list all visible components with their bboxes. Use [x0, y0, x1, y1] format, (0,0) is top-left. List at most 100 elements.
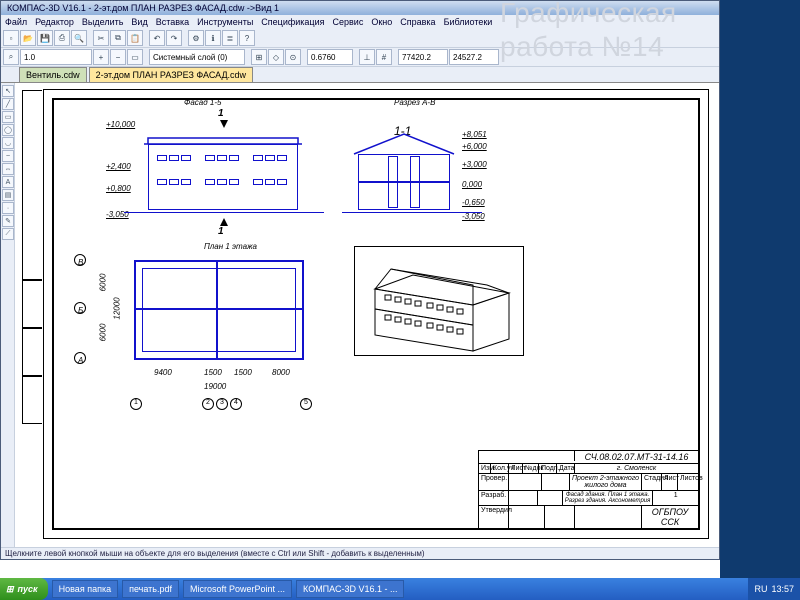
tool-line-icon[interactable]: ╱: [2, 98, 14, 110]
clock: 13:57: [771, 584, 794, 594]
title-block: СЧ.08.02.07.МТ-31-14.16 Изм. Кол.уч Лист…: [478, 450, 698, 528]
menu-insert[interactable]: Вставка: [156, 17, 189, 27]
vars-icon[interactable]: ℹ: [205, 30, 221, 46]
sec-level-4: -0,650: [462, 198, 485, 207]
zoom-in-icon[interactable]: +: [93, 49, 109, 65]
cut-icon[interactable]: ✂: [93, 30, 109, 46]
layers-icon[interactable]: ≣: [222, 30, 238, 46]
tab-house[interactable]: 2-эт.дом ПЛАН РАЗРЕЗ ФАСАД.cdw: [89, 67, 253, 82]
coord-x[interactable]: 77420.2: [398, 49, 448, 65]
sec-level-0: +8,051: [462, 130, 487, 139]
snap3-icon[interactable]: ⊙: [285, 49, 301, 65]
help-icon[interactable]: ?: [239, 30, 255, 46]
open-icon[interactable]: 📂: [20, 30, 36, 46]
task-ppt[interactable]: Microsoft PowerPoint ...: [183, 580, 292, 598]
print-icon[interactable]: ⎙: [54, 30, 70, 46]
props-icon[interactable]: ⚙: [188, 30, 204, 46]
tab-ventil[interactable]: Вентиль.cdw: [19, 67, 87, 82]
tool-select-icon[interactable]: ↖: [2, 85, 14, 97]
tool-hatch-icon[interactable]: ▤: [2, 189, 14, 201]
snap1-icon[interactable]: ⊞: [251, 49, 267, 65]
facade-title: Фасад 1-5: [184, 98, 221, 107]
sec-level-1: +6,000: [462, 142, 487, 151]
zoom-combo-icon[interactable]: ⌕: [3, 49, 19, 65]
menu-libs[interactable]: Библиотеки: [444, 17, 493, 27]
menu-spec[interactable]: Спецификация: [261, 17, 324, 27]
tool-rect-icon[interactable]: ▭: [2, 111, 14, 123]
plan-hor-wall: [134, 308, 304, 310]
tool-arc-icon[interactable]: ◡: [2, 137, 14, 149]
menu-service[interactable]: Сервис: [333, 17, 364, 27]
tool-edit-icon[interactable]: ✎: [2, 215, 14, 227]
bubble-2: 2: [202, 398, 214, 410]
start-button[interactable]: ⊞пуск: [0, 578, 48, 600]
menu-view[interactable]: Вид: [131, 17, 147, 27]
tb-city: г. Смоленск: [575, 464, 698, 473]
menu-file[interactable]: Файл: [5, 17, 27, 27]
bubble-1: 1: [130, 398, 142, 410]
dim-h1: 6000: [98, 274, 107, 292]
menu-tools[interactable]: Инструменты: [197, 17, 253, 27]
sheet-border: Фасад 1-5 1 +10,000 +2,400 +0,800 -3,050…: [43, 89, 709, 539]
coord-step[interactable]: 0.6760: [307, 49, 353, 65]
plan-inner: [142, 268, 296, 352]
menu-help[interactable]: Справка: [400, 17, 435, 27]
task-kompas[interactable]: КОМПАС-3D V16.1 - ...: [296, 580, 404, 598]
statusbar: Щелкните левой кнопкой мыши на объекте д…: [1, 547, 719, 559]
copy-icon[interactable]: ⧉: [110, 30, 126, 46]
section-arrow-bot: 1: [218, 226, 224, 237]
bubble-icon: [74, 352, 86, 364]
dim-w4: 8000: [272, 368, 290, 377]
zoom-out-icon[interactable]: −: [110, 49, 126, 65]
menu-edit[interactable]: Редактор: [35, 17, 74, 27]
menu-select[interactable]: Выделить: [82, 17, 124, 27]
section-arrow-icon: [220, 120, 228, 128]
tool-spline-icon[interactable]: ~: [2, 150, 14, 162]
dim-h3: 12000: [113, 297, 122, 319]
undo-icon[interactable]: ↶: [149, 30, 165, 46]
slide-title: Графическая работа №14: [500, 0, 677, 63]
layer-combo[interactable]: Системный слой (0): [149, 49, 245, 65]
bubble-icon: [74, 254, 86, 266]
lang-indicator[interactable]: RU: [754, 584, 767, 594]
dim-h2: 6000: [98, 324, 107, 342]
new-icon[interactable]: ▫: [3, 30, 19, 46]
task-folder[interactable]: Новая папка: [52, 580, 118, 598]
zoom-combo[interactable]: 1.0: [20, 49, 92, 65]
snap2-icon[interactable]: ◇: [268, 49, 284, 65]
facade-level-1: +2,400: [106, 162, 131, 171]
dim-total: 19000: [204, 382, 226, 391]
task-pdf[interactable]: печать.pdf: [122, 580, 179, 598]
bubble-3: 3: [216, 398, 228, 410]
dim-w2: 1500: [204, 368, 222, 377]
bubble-icon: [74, 302, 86, 314]
iso-building: [355, 247, 525, 357]
coord-y[interactable]: 24527.2: [449, 49, 499, 65]
tool-measure-icon[interactable]: ⟋: [2, 228, 14, 240]
facade-ground: [124, 212, 324, 213]
ortho-icon[interactable]: ⊥: [359, 49, 375, 65]
system-tray[interactable]: RU 13:57: [748, 578, 800, 600]
tb-project: Проект 2-этажного жилого дома: [570, 474, 642, 490]
taskbar: ⊞пуск Новая папка печать.pdf Microsoft P…: [0, 578, 800, 600]
redo-icon[interactable]: ↷: [166, 30, 182, 46]
tool-point-icon[interactable]: ·: [2, 202, 14, 214]
facade-level-0: +10,000: [106, 120, 135, 129]
facade-roof: [148, 128, 298, 146]
canvas[interactable]: Фасад 1-5 1 +10,000 +2,400 +0,800 -3,050…: [15, 83, 719, 547]
save-icon[interactable]: 💾: [37, 30, 53, 46]
tb-line3: Фасад здания. План 1 этажа. Разрез здани…: [563, 491, 654, 505]
tool-text-icon[interactable]: A: [2, 176, 14, 188]
zoom-fit-icon[interactable]: ▭: [127, 49, 143, 65]
menu-window[interactable]: Окно: [371, 17, 392, 27]
grid-icon[interactable]: #: [376, 49, 392, 65]
tool-dim-icon[interactable]: ⇔: [2, 163, 14, 175]
section-arrow-top: 1: [218, 108, 224, 119]
preview-icon[interactable]: 🔍: [71, 30, 87, 46]
section-roof: [354, 134, 454, 156]
section-arrow2-icon: [220, 218, 228, 226]
paste-icon[interactable]: 📋: [127, 30, 143, 46]
doc-tabs: Вентиль.cdw 2-эт.дом ПЛАН РАЗРЕЗ ФАСАД.c…: [1, 67, 719, 83]
tool-circle-icon[interactable]: ◯: [2, 124, 14, 136]
dim-w1: 9400: [154, 368, 172, 377]
